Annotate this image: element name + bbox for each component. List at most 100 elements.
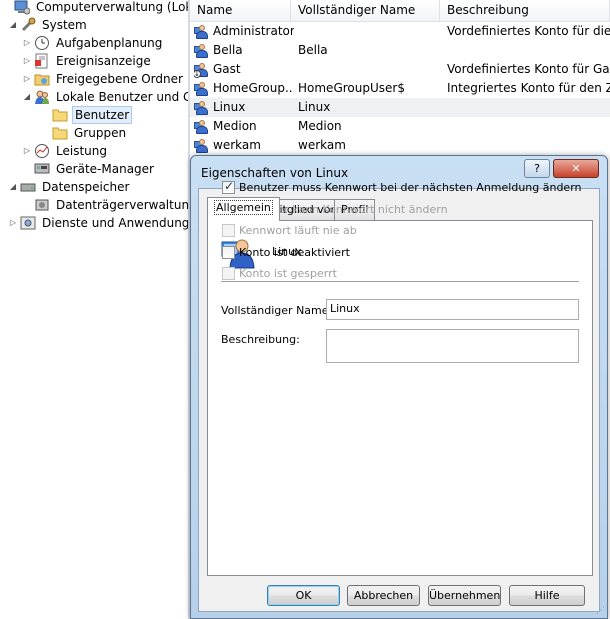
expand-icon[interactable]: ▷	[22, 70, 32, 88]
checkbox-checked[interactable]	[222, 179, 235, 194]
table-row[interactable]: werkam werkam	[190, 136, 610, 155]
user-name-text: Gast	[213, 62, 241, 76]
performance-icon	[34, 143, 50, 159]
tree-item-freigegebene-ordner[interactable]: ▷ Freigegebene Ordner	[22, 70, 185, 88]
help-button[interactable]: Hilfe	[509, 585, 585, 606]
help-title-button[interactable]: ?	[524, 159, 550, 178]
user-name-text: werkam	[213, 138, 261, 152]
collapse-icon[interactable]: ◢	[8, 16, 18, 34]
table-row[interactable]: Administrator Vordefiniertes Konto für di…	[190, 22, 610, 41]
tree-item-geräte-manager[interactable]: Geräte-Manager	[22, 160, 156, 178]
users-groups-icon	[34, 89, 50, 105]
collapse-icon[interactable]: ◢	[22, 88, 32, 106]
device-manager-icon	[34, 161, 50, 177]
tree-item-label: Benutzer	[72, 106, 133, 124]
tree-item-lokale-benutzer-und-gruppen[interactable]: ◢ Lokale Benutzer und Gruppen	[22, 88, 190, 106]
user-name-cell: Linux	[194, 98, 294, 117]
properties-dialog: Eigenschaften von Linux ? ✕ Allgemein Mi…	[190, 155, 608, 619]
system-tools-icon	[20, 17, 36, 33]
separator	[221, 281, 579, 282]
user-icon	[194, 100, 210, 116]
checkbox-row-0[interactable]: Benutzer muss Kennwort bei der nächsten …	[222, 179, 582, 195]
full-name-field[interactable]: Linux	[326, 299, 579, 320]
console-tree: Computerverwaltung (Lokal) ◢ System ▷ Aufgab…	[0, 0, 190, 619]
user-icon	[194, 119, 210, 135]
user-name-cell: HomeGroup...	[194, 79, 294, 98]
tree-item-label: Freigegebene Ordner	[56, 72, 183, 86]
checkbox-label: Konto ist gesperrt	[239, 266, 337, 280]
close-button[interactable]: ✕	[553, 159, 599, 178]
tree-item-leistung[interactable]: ▷ Leistung	[22, 142, 109, 160]
table-row[interactable]: Medion Medion	[190, 117, 610, 136]
tree-item-label: Ereignisanzeige	[56, 54, 151, 68]
full-name-cell: HomeGroupUser$	[298, 81, 405, 95]
tree-item-aufgabenplanung[interactable]: ▷ Aufgabenplanung	[22, 34, 164, 52]
description-label: Beschreibung:	[221, 333, 300, 346]
full-name-label: Vollständiger Name:	[221, 304, 333, 317]
services-icon	[20, 215, 36, 231]
ok-button[interactable]: OK	[267, 585, 340, 606]
tree-item-label: Gruppen	[74, 126, 127, 140]
dialog-body: Allgemein Mitglied von Profil Linux Voll…	[198, 179, 600, 612]
tree-item-datenspeicher[interactable]: ◢ Datenspeicher	[8, 178, 131, 196]
full-name-cell: werkam	[298, 138, 346, 152]
user-icon	[194, 24, 210, 40]
checkbox-row-3[interactable]: Konto ist deaktiviert	[222, 244, 350, 260]
column-header-full-name[interactable]: Vollständiger Name	[291, 0, 440, 22]
user-name-cell: ↓ Gast	[194, 60, 294, 79]
collapse-icon[interactable]: ◢	[8, 178, 18, 196]
cancel-button[interactable]: Abbrechen	[347, 585, 420, 606]
tree-item-label: Computerverwaltung (Lokal)	[36, 0, 190, 14]
tree-item-benutzer[interactable]: Benutzer	[40, 106, 133, 124]
tree-item-datenträgerverwaltung[interactable]: Datenträgerverwaltung	[22, 196, 190, 214]
user-name-text: Bella	[213, 43, 243, 57]
checkbox	[222, 266, 235, 280]
description-cell: Vordefiniertes Konto für die Ve	[447, 24, 610, 38]
expand-icon[interactable]: ▷	[22, 34, 32, 52]
description-cell: Integriertes Konto für den Zugr	[447, 81, 610, 95]
tab-allgemein[interactable]: Allgemein	[207, 197, 280, 221]
column-header-description[interactable]: Beschreibung	[440, 0, 610, 22]
event-viewer-icon	[34, 53, 50, 69]
description-field[interactable]	[326, 329, 579, 363]
tab-panel-allgemein: Linux Vollständiger Name: Linux Beschrei…	[207, 179, 593, 576]
checkbox	[222, 223, 235, 237]
full-name-cell: Medion	[298, 119, 342, 133]
description-cell: Vordefiniertes Konto für Gastzu	[447, 62, 610, 76]
full-name-cell: Bella	[298, 43, 328, 57]
user-name-cell: Bella	[194, 41, 294, 60]
folder-icon	[52, 125, 68, 141]
tree-item-system[interactable]: ◢ System	[8, 16, 89, 34]
table-row[interactable]: Bella Bella	[190, 41, 610, 60]
tree-item-label: Lokale Benutzer und Gruppen	[56, 90, 190, 104]
expand-icon[interactable]: ▷	[22, 142, 32, 160]
tree-item-label: Datenspeicher	[42, 180, 130, 194]
apply-button[interactable]: Übernehmen	[428, 585, 501, 606]
full-name-cell: Linux	[298, 100, 331, 114]
user-name-text: HomeGroup...	[213, 81, 294, 95]
tree-item-label: Geräte-Manager	[56, 162, 154, 176]
checkbox[interactable]	[222, 245, 235, 259]
user-name-cell: werkam	[194, 136, 294, 155]
table-row[interactable]: HomeGroup... HomeGroupUser$ Integriertes K…	[190, 79, 610, 98]
computer-management-icon	[14, 0, 31, 15]
checkbox-row-4: Konto ist gesperrt	[222, 265, 337, 281]
column-header-name[interactable]: Name	[190, 0, 291, 22]
tree-item-computerverwaltung-lokal-[interactable]: Computerverwaltung (Lokal)	[2, 0, 190, 16]
resize-grip[interactable]: ⋰	[596, 606, 605, 616]
expand-icon[interactable]: ▷	[8, 214, 18, 232]
tree-item-label: System	[42, 18, 87, 32]
user-name-text: Linux	[213, 100, 246, 114]
user-name-cell: Medion	[194, 117, 294, 136]
expand-icon[interactable]: ▷	[22, 52, 32, 70]
table-row[interactable]: Linux Linux	[190, 98, 610, 117]
clock-icon	[34, 35, 50, 51]
tree-item-gruppen[interactable]: Gruppen	[40, 124, 128, 142]
folder-icon	[52, 107, 68, 123]
table-row[interactable]: ↓Gast Vordefiniertes Konto für Gastzu	[190, 60, 610, 79]
tree-item-dienste-und-anwendungen[interactable]: ▷ Dienste und Anwendungen	[8, 214, 190, 232]
checkbox-label: Benutzer muss Kennwort bei der nächsten …	[239, 180, 582, 194]
user-name-cell: Administrator	[194, 22, 294, 41]
user-name-text: Administrator	[213, 24, 294, 38]
tree-item-ereignisanzeige[interactable]: ▷ Ereignisanzeige	[22, 52, 153, 70]
